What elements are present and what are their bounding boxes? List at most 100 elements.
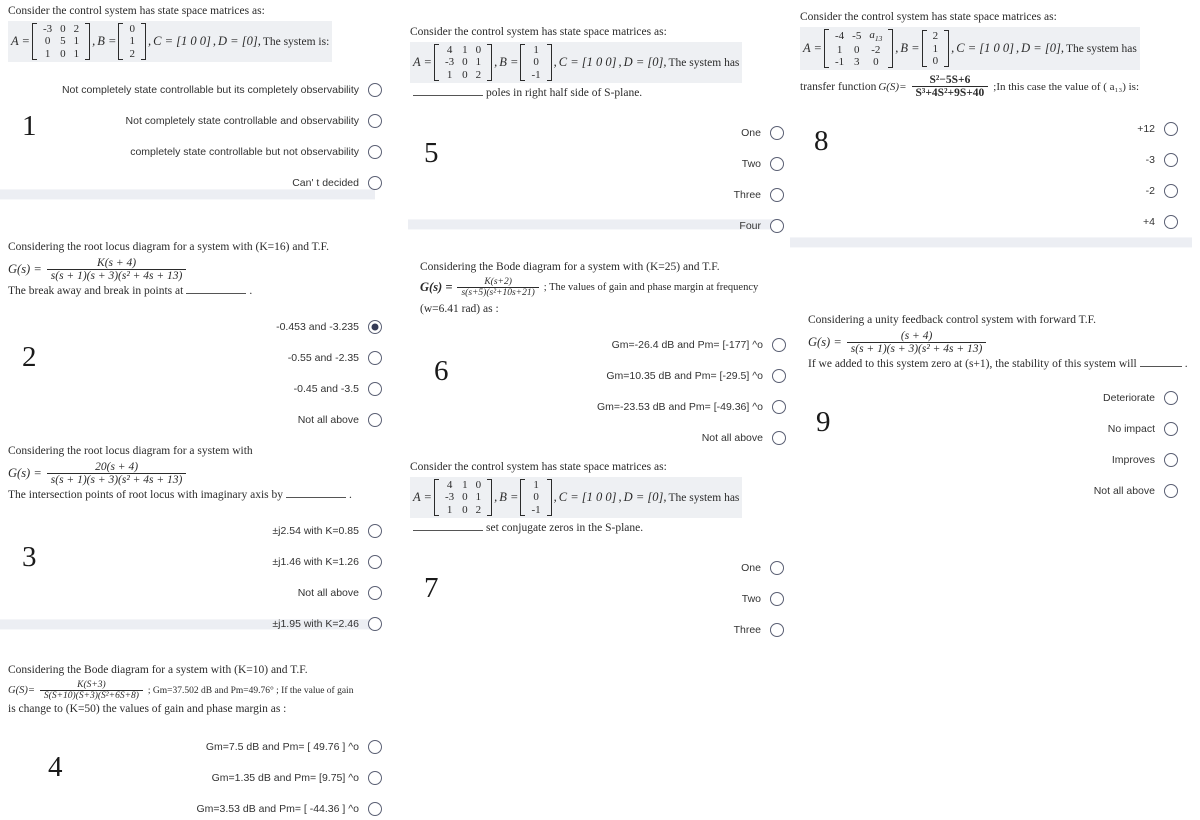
option-row[interactable]: Not all above bbox=[1094, 475, 1178, 506]
comma-2: , bbox=[553, 55, 557, 70]
option-row[interactable]: Deteriorate bbox=[1103, 382, 1178, 413]
radio-button[interactable] bbox=[368, 801, 382, 816]
radio-button[interactable] bbox=[368, 412, 382, 427]
comma-3: , bbox=[212, 34, 216, 49]
radio-button[interactable] bbox=[368, 113, 382, 128]
radio-button[interactable] bbox=[1164, 483, 1178, 498]
option-row[interactable]: Two bbox=[742, 583, 784, 614]
radio-button[interactable] bbox=[772, 430, 786, 445]
radio-button[interactable] bbox=[368, 82, 382, 97]
denominator: s(s + 1)(s + 3)(s² + 4s + 13) bbox=[46, 269, 187, 282]
option-row[interactable]: Three bbox=[734, 614, 784, 645]
option-label: Gm=-23.53 dB and Pm= [-49.36] ^o bbox=[596, 400, 763, 413]
radio-button[interactable] bbox=[368, 381, 382, 396]
question-2-equation: G(s) = K(s + 4) s(s + 1)(s + 3)(s² + 4s … bbox=[8, 257, 392, 282]
question-7-blank-line: set conjugate zeros in the S-plane. bbox=[410, 521, 794, 536]
option-row[interactable]: One bbox=[741, 117, 784, 148]
radio-button[interactable] bbox=[368, 554, 382, 569]
option-row[interactable]: Not all above bbox=[702, 422, 786, 453]
radio-button[interactable] bbox=[772, 399, 786, 414]
radio-button[interactable] bbox=[770, 218, 784, 233]
option-row[interactable]: Not completely state controllable but it… bbox=[62, 74, 382, 105]
option-row[interactable]: Four bbox=[739, 210, 784, 241]
option-row[interactable]: -2 bbox=[1146, 175, 1178, 206]
option-row[interactable]: -3 bbox=[1146, 144, 1178, 175]
answer-blank bbox=[1139, 357, 1182, 368]
option-row[interactable]: -0.453 and -3.235 bbox=[276, 311, 382, 342]
option-label: Not completely state controllable and ob… bbox=[125, 114, 359, 127]
option-row[interactable]: completely state controllable but not ob… bbox=[130, 136, 382, 167]
question-2-stem: Considering the root locus diagram for a… bbox=[8, 241, 330, 253]
option-row[interactable]: Gm=-23.53 dB and Pm= [-49.36] ^o bbox=[597, 391, 786, 422]
radio-button[interactable] bbox=[368, 770, 382, 785]
option-row[interactable]: -0.55 and -2.35 bbox=[288, 342, 382, 373]
option-row[interactable]: Gm=7.5 dB and Pm= [ 49.76 ] ^o bbox=[206, 731, 382, 762]
radio-button[interactable] bbox=[1164, 452, 1178, 467]
question-3: Considering the root locus diagram for a… bbox=[0, 444, 400, 639]
radio-button[interactable] bbox=[772, 337, 786, 352]
radio-button[interactable] bbox=[1164, 421, 1178, 436]
option-row[interactable]: Three bbox=[734, 179, 784, 210]
option-label: Not all above bbox=[297, 586, 359, 599]
option-row[interactable]: Two bbox=[742, 148, 784, 179]
option-row[interactable]: Gm=3.53 dB and Pm= [ -44.36 ] ^o bbox=[196, 793, 382, 820]
option-row[interactable]: ±j1.95 with K=2.46 bbox=[272, 608, 382, 639]
matrix-a: 410 -3 0 1 102 bbox=[433, 479, 493, 517]
answer-blank bbox=[413, 86, 483, 97]
matrix-b-label: B = bbox=[900, 41, 920, 56]
radio-button[interactable] bbox=[368, 523, 382, 538]
option-row[interactable]: Gm=1.35 dB and Pm= [9.75] ^o bbox=[212, 762, 382, 793]
question-6-mid-text: ; The values of gain and phase margin at… bbox=[543, 282, 759, 294]
numerator: K(S+3) bbox=[77, 680, 106, 691]
matrix-b: 1 0 -1 bbox=[520, 479, 552, 517]
option-row[interactable]: Gm=10.35 dB and Pm= [-29.5] ^o bbox=[606, 360, 786, 391]
question-6-equation: G(s) = K(s+2) s(s+5)(s²+10s+21) ; The va… bbox=[420, 277, 796, 298]
radio-button[interactable] bbox=[770, 156, 784, 171]
option-row[interactable]: Not all above bbox=[298, 577, 382, 608]
option-row[interactable]: No impact bbox=[1108, 413, 1178, 444]
option-label: Can' t decided bbox=[292, 176, 359, 189]
radio-button[interactable] bbox=[368, 350, 382, 365]
radio-button[interactable] bbox=[770, 622, 784, 637]
option-row[interactable]: Improves bbox=[1112, 444, 1178, 475]
option-row[interactable]: ±j2.54 with K=0.85 bbox=[272, 515, 382, 546]
radio-button[interactable] bbox=[368, 585, 382, 600]
matrix-b: 210 bbox=[921, 30, 950, 68]
stem-tail-text: The intersection points of root locus wi… bbox=[8, 489, 283, 502]
radio-button[interactable] bbox=[1164, 183, 1178, 198]
option-row[interactable]: One bbox=[741, 552, 784, 583]
radio-button[interactable] bbox=[1164, 152, 1178, 167]
radio-button[interactable] bbox=[368, 144, 382, 159]
radio-button[interactable] bbox=[770, 560, 784, 575]
radio-button[interactable] bbox=[770, 591, 784, 606]
radio-button[interactable] bbox=[772, 368, 786, 383]
radio-button[interactable] bbox=[770, 125, 784, 140]
radio-button[interactable] bbox=[1164, 214, 1178, 229]
question-2-body: 2 -0.453 and -3.235 -0.55 and -2.35 -0.4… bbox=[8, 311, 392, 435]
comma-2: , bbox=[553, 490, 557, 505]
radio-button[interactable] bbox=[368, 616, 382, 631]
option-row[interactable]: Not all above bbox=[298, 404, 382, 435]
question-1-options: Not completely state controllable but it… bbox=[8, 74, 392, 198]
option-row[interactable]: +12 bbox=[1137, 113, 1178, 144]
question-5-number: 5 bbox=[424, 137, 439, 170]
option-label: +12 bbox=[1137, 122, 1155, 135]
question-1-tail: The system is: bbox=[262, 35, 330, 48]
radio-button[interactable] bbox=[368, 739, 382, 754]
question-1-stem: Consider the control system has state sp… bbox=[8, 5, 265, 17]
option-row[interactable]: ±j1.46 with K=1.26 bbox=[272, 546, 382, 577]
tf-label: G(S)= bbox=[878, 80, 907, 93]
radio-button-selected[interactable] bbox=[368, 319, 382, 334]
matrix-c: C = [1 0 0] bbox=[558, 55, 617, 70]
radio-button[interactable] bbox=[770, 187, 784, 202]
option-row[interactable]: Not completely state controllable and ob… bbox=[126, 105, 382, 136]
option-row[interactable]: +4 bbox=[1143, 206, 1178, 237]
radio-button[interactable] bbox=[368, 175, 382, 190]
comma-2: , bbox=[951, 41, 955, 56]
radio-button[interactable] bbox=[1164, 121, 1178, 136]
matrix-b: 1 0 -1 bbox=[520, 44, 552, 82]
option-row[interactable]: Gm=-26.4 dB and Pm= [-177] ^o bbox=[612, 329, 786, 360]
radio-button[interactable] bbox=[1164, 390, 1178, 405]
option-row[interactable]: -0.45 and -3.5 bbox=[294, 373, 382, 404]
option-row[interactable]: Can' t decided bbox=[292, 167, 382, 198]
